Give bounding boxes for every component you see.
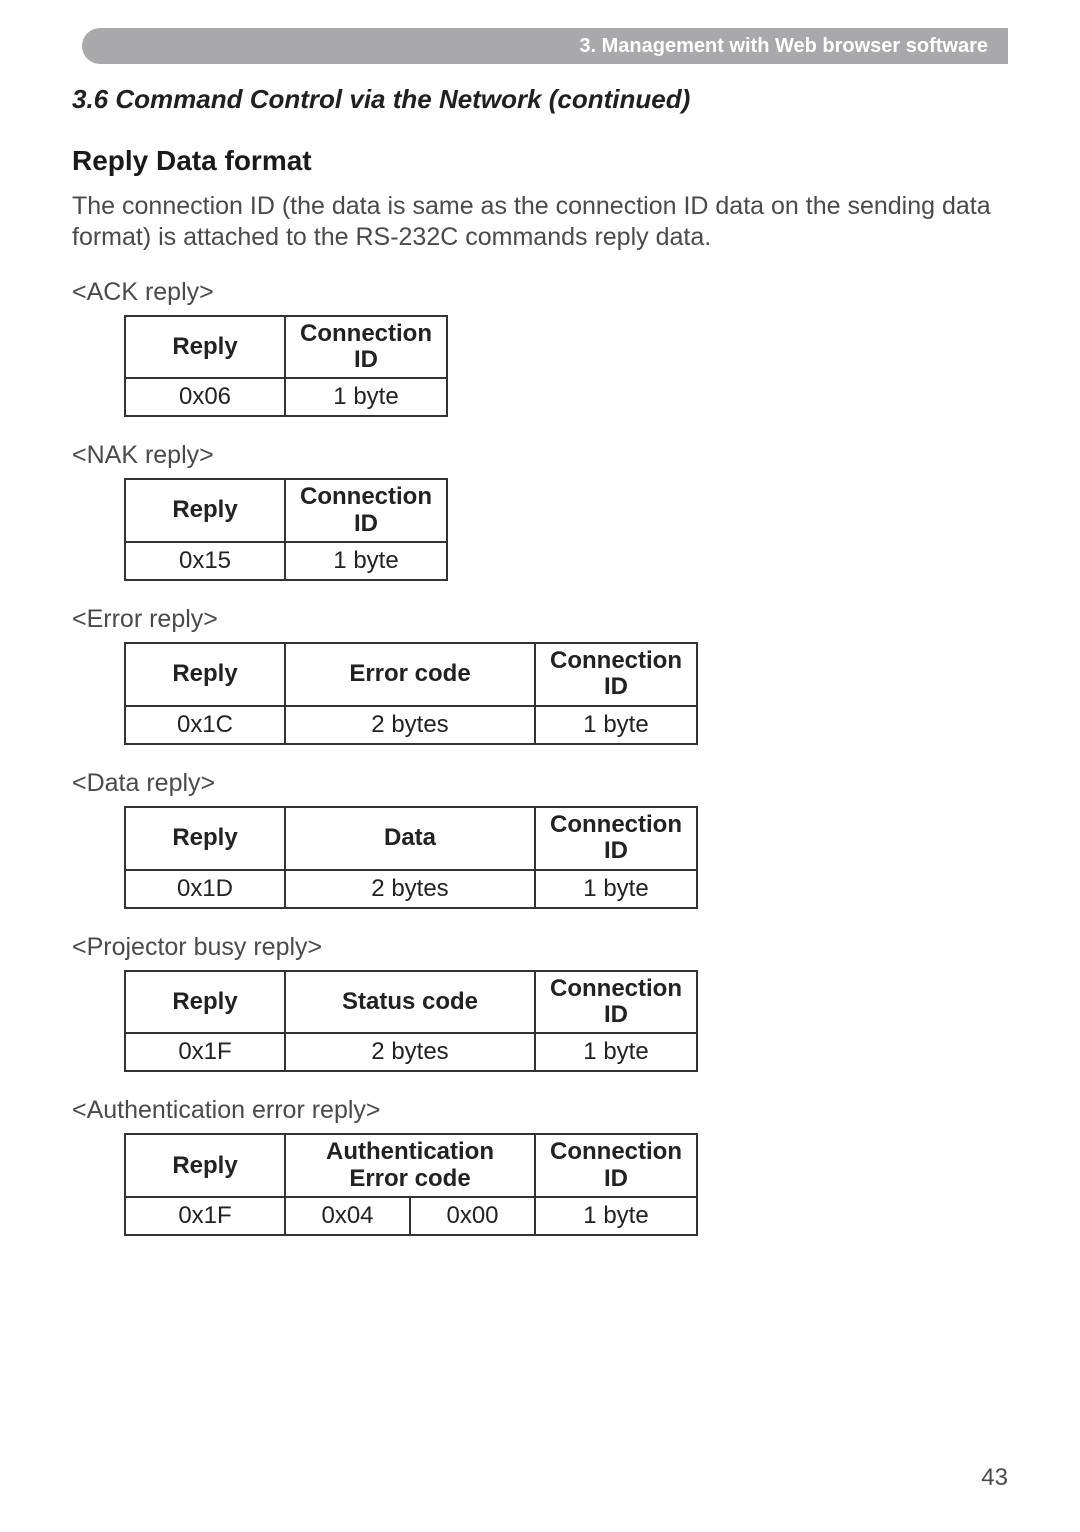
sub-heading: Reply Data format bbox=[72, 145, 1008, 177]
th-reply: Reply bbox=[125, 479, 285, 542]
label-data: <Data reply> bbox=[72, 769, 1008, 798]
td-reply: 0x1D bbox=[125, 870, 285, 908]
th-conn: ConnectionID bbox=[285, 479, 447, 542]
td-reply: 0x1C bbox=[125, 706, 285, 744]
table-busy: Reply Status code ConnectionID 0x1F 2 by… bbox=[124, 970, 698, 1073]
th-error-code: Error code bbox=[285, 643, 535, 706]
td-conn: 1 byte bbox=[535, 870, 697, 908]
th-reply: Reply bbox=[125, 316, 285, 379]
td-conn: 1 byte bbox=[285, 378, 447, 416]
td-reply: 0x15 bbox=[125, 542, 285, 580]
td-mid: 2 bytes bbox=[285, 1033, 535, 1071]
label-auth: <Authentication error reply> bbox=[72, 1096, 1008, 1125]
td-conn: 1 byte bbox=[285, 542, 447, 580]
td-reply: 0x1F bbox=[125, 1197, 285, 1235]
td-mid: 2 bytes bbox=[285, 706, 535, 744]
label-ack: <ACK reply> bbox=[72, 278, 1008, 307]
label-nak: <NAK reply> bbox=[72, 441, 1008, 470]
td-conn: 1 byte bbox=[535, 1033, 697, 1071]
th-reply: Reply bbox=[125, 807, 285, 870]
section-title: 3.6 Command Control via the Network (con… bbox=[72, 84, 1008, 115]
th-status-code: Status code bbox=[285, 971, 535, 1034]
label-busy: <Projector busy reply> bbox=[72, 933, 1008, 962]
td-conn: 1 byte bbox=[535, 1197, 697, 1235]
th-reply: Reply bbox=[125, 643, 285, 706]
th-conn: ConnectionID bbox=[535, 807, 697, 870]
th-data: Data bbox=[285, 807, 535, 870]
table-ack: Reply ConnectionID 0x06 1 byte bbox=[124, 315, 448, 418]
td-mid: 2 bytes bbox=[285, 870, 535, 908]
td-conn: 1 byte bbox=[535, 706, 697, 744]
td-auth-b: 0x00 bbox=[410, 1197, 535, 1235]
th-conn: ConnectionID bbox=[535, 1134, 697, 1197]
td-reply: 0x06 bbox=[125, 378, 285, 416]
label-error: <Error reply> bbox=[72, 605, 1008, 634]
table-error: Reply Error code ConnectionID 0x1C 2 byt… bbox=[124, 642, 698, 745]
table-nak: Reply ConnectionID 0x15 1 byte bbox=[124, 478, 448, 581]
th-reply: Reply bbox=[125, 1134, 285, 1197]
intro-text: The connection ID (the data is same as t… bbox=[72, 191, 1008, 254]
th-reply: Reply bbox=[125, 971, 285, 1034]
table-auth: Reply AuthenticationError code Connectio… bbox=[124, 1133, 698, 1236]
td-reply: 0x1F bbox=[125, 1033, 285, 1071]
page-number: 43 bbox=[981, 1464, 1008, 1492]
chapter-bar: 3. Management with Web browser software bbox=[82, 28, 1008, 64]
th-conn: ConnectionID bbox=[535, 643, 697, 706]
th-conn: ConnectionID bbox=[285, 316, 447, 379]
th-auth-code: AuthenticationError code bbox=[285, 1134, 535, 1197]
td-auth-a: 0x04 bbox=[285, 1197, 410, 1235]
table-data: Reply Data ConnectionID 0x1D 2 bytes 1 b… bbox=[124, 806, 698, 909]
th-conn: ConnectionID bbox=[535, 971, 697, 1034]
